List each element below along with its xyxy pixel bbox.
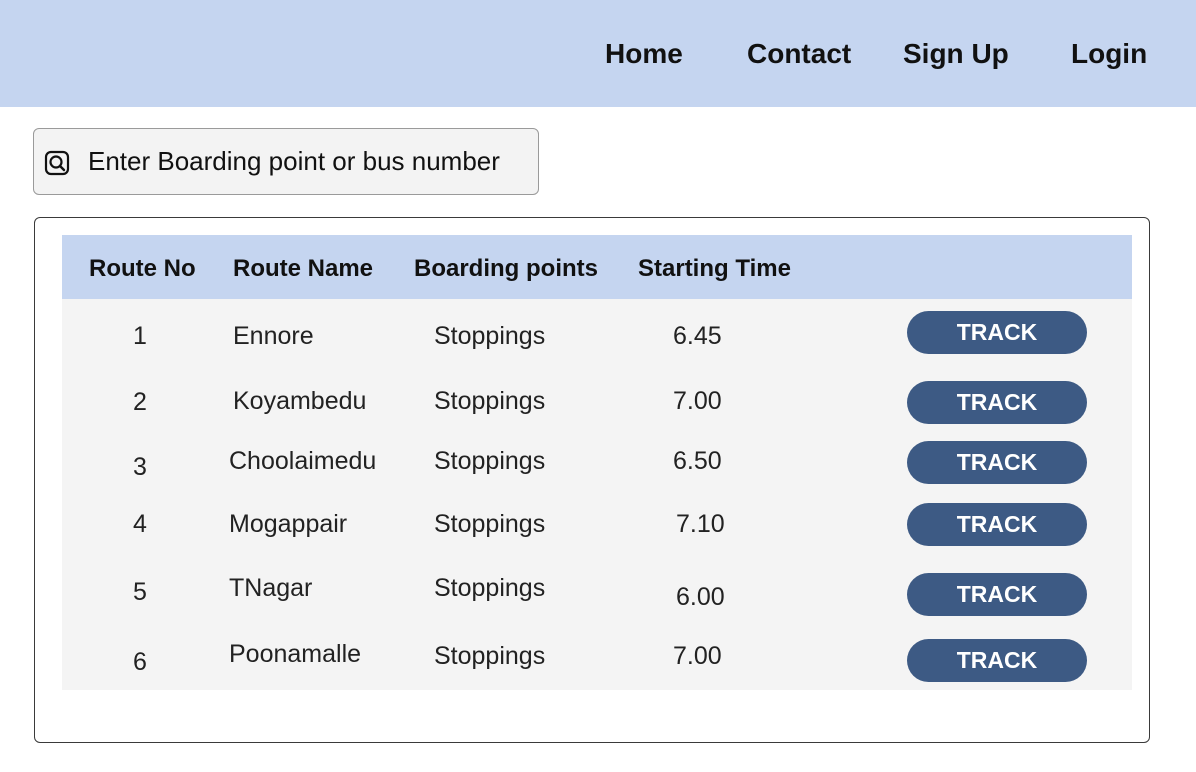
search-icon[interactable] (44, 150, 70, 176)
boarding-cell: Stoppings (434, 447, 546, 475)
route-no-cell: 6 (133, 648, 147, 676)
top-navigation-bar (0, 0, 1196, 107)
header-route-name: Route Name (233, 255, 374, 282)
track-button[interactable]: TRACK (907, 441, 1087, 484)
track-button[interactable]: TRACK (907, 639, 1087, 682)
time-cell: 7.00 (673, 642, 722, 670)
track-button[interactable]: TRACK (907, 311, 1087, 354)
route-no-cell: 2 (133, 388, 147, 416)
routes-table-body (62, 299, 1132, 690)
route-name-cell: TNagar (229, 574, 313, 602)
route-name-cell: Poonamalle (229, 640, 362, 668)
track-button[interactable]: TRACK (907, 573, 1087, 616)
nav-contact-link[interactable]: Contact (747, 38, 851, 70)
nav-login-link[interactable]: Login (1071, 38, 1147, 70)
route-no-cell: 1 (133, 322, 147, 350)
route-name-cell: Choolaimedu (229, 447, 377, 475)
boarding-cell: Stoppings (434, 574, 546, 602)
boarding-cell: Stoppings (434, 510, 546, 538)
track-button[interactable]: TRACK (907, 503, 1087, 546)
nav-signup-link[interactable]: Sign Up (903, 38, 1009, 70)
time-cell: 6.50 (673, 447, 722, 475)
header-boarding-points: Boarding points (414, 255, 598, 282)
header-starting-time: Starting Time (638, 255, 791, 282)
search-bar[interactable] (33, 128, 539, 195)
route-name-cell: Ennore (233, 322, 314, 350)
time-cell: 7.10 (676, 510, 725, 538)
route-name-cell: Koyambedu (233, 387, 367, 415)
boarding-cell: Stoppings (434, 322, 546, 350)
route-no-cell: 5 (133, 578, 147, 606)
nav-home-link[interactable]: Home (605, 38, 683, 70)
boarding-cell: Stoppings (434, 642, 546, 670)
time-cell: 6.00 (676, 583, 725, 611)
time-cell: 6.45 (673, 322, 722, 350)
header-route-no: Route No (89, 255, 196, 282)
track-button[interactable]: TRACK (907, 381, 1087, 424)
time-cell: 7.00 (673, 387, 722, 415)
route-name-cell: Mogappair (229, 510, 348, 538)
boarding-cell: Stoppings (434, 387, 546, 415)
route-no-cell: 3 (133, 453, 147, 481)
route-no-cell: 4 (133, 510, 147, 538)
search-input[interactable] (88, 141, 528, 181)
